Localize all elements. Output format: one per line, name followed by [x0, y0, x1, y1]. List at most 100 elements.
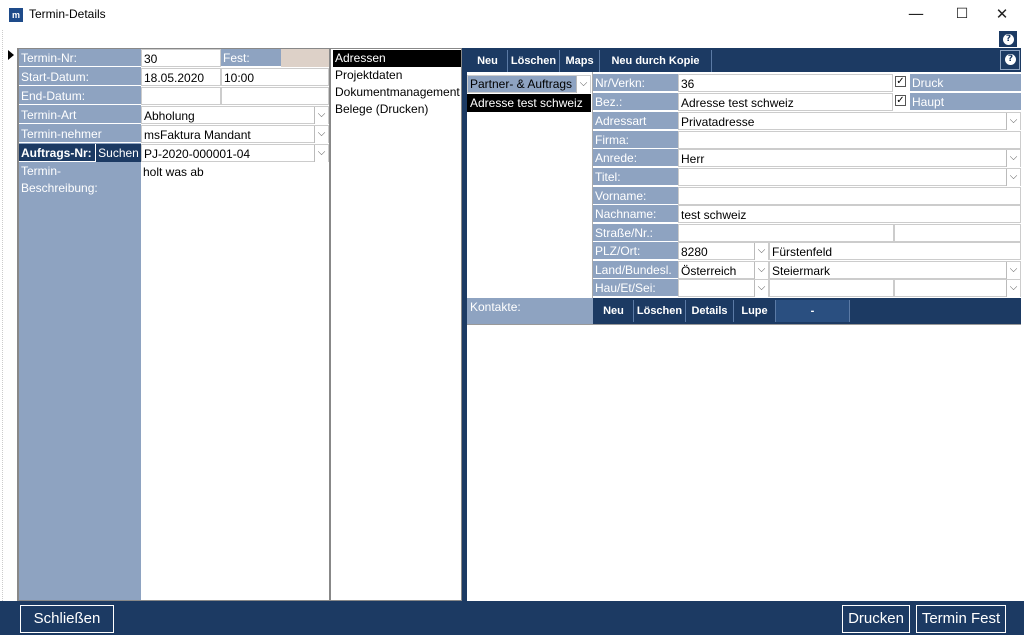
end-date-field[interactable] — [141, 87, 221, 105]
adressart-select[interactable]: Privatadresse ⌵ — [678, 112, 1021, 130]
start-datum-label: Start-Datum: — [19, 68, 141, 86]
plz-value: 8280 — [681, 245, 708, 259]
bottom-bar: Schließen Drucken Termin Fest — [0, 601, 1024, 635]
kontakte-label: Kontakte: — [467, 298, 593, 324]
help-icon: ? — [1003, 34, 1014, 45]
partner-item-selected[interactable]: Adresse test schweiz — [467, 94, 591, 112]
section-item-belege[interactable]: Belege (Drucken) — [333, 101, 461, 118]
chevron-down-icon[interactable]: ⌵ — [1006, 150, 1020, 167]
plz-ort-label: PLZ/Ort: — [593, 242, 678, 260]
hausnummer-field[interactable] — [894, 224, 1021, 242]
partner-dropdown[interactable]: Partner- & Auftrags ⌵ — [467, 75, 591, 93]
firma-field[interactable] — [678, 131, 1021, 149]
druck-checkbox[interactable]: ✓ — [895, 76, 906, 87]
chevron-down-icon[interactable]: ⌵ — [576, 76, 590, 93]
neu-durch-kopie-button[interactable]: Neu durch Kopie — [600, 50, 712, 72]
termin-fest-button[interactable]: Termin Fest — [916, 605, 1006, 633]
start-date-field[interactable]: 18.05.2020 — [141, 68, 221, 86]
beschreibung-label-line2: Beschreibung: — [21, 181, 98, 195]
termin-nehmer-label: Termin-nehmer — [19, 125, 141, 143]
kontakte-loeschen-button[interactable]: Löschen — [634, 300, 686, 322]
section-list: Adressen Projektdaten Dokumentmanagement… — [330, 48, 462, 601]
land-label: Land/Bundesl. — [593, 261, 678, 279]
adressart-label: Adressart — [593, 112, 678, 130]
termin-nr-field[interactable]: 30 — [141, 49, 221, 67]
chevron-down-icon[interactable]: ⌵ — [1006, 262, 1020, 279]
fest-indicator — [281, 49, 329, 67]
window-title: Termin-Details — [29, 7, 106, 21]
strasse-label: Straße/Nr.: — [593, 224, 678, 242]
chevron-down-icon[interactable]: ⌵ — [754, 262, 768, 279]
section-item-dokumentmanagement[interactable]: Dokumentmanagement — [333, 84, 461, 101]
record-selector[interactable] — [4, 48, 18, 601]
minimize-button[interactable]: — — [893, 0, 939, 30]
neu-button[interactable]: Neu — [468, 50, 508, 72]
app-logo-icon: m — [9, 8, 23, 22]
chevron-down-icon[interactable]: ⌵ — [754, 280, 768, 297]
haus-select[interactable]: ⌵ — [678, 279, 769, 297]
help-button-top[interactable]: ? — [998, 30, 1018, 48]
help-button-address[interactable]: ? — [1000, 50, 1020, 70]
land-select[interactable]: Österreich ⌵ — [678, 261, 769, 279]
beschreibung-label: Termin- Beschreibung: — [19, 163, 141, 199]
adressart-value: Privatadresse — [681, 115, 755, 129]
suchen-button[interactable]: Suchen — [95, 144, 141, 162]
chevron-down-icon[interactable]: ⌵ — [754, 243, 768, 260]
chevron-down-icon[interactable]: ⌵ — [1006, 169, 1020, 186]
section-item-adressen[interactable]: Adressen — [333, 50, 461, 67]
beschreibung-label-line1: Termin- — [21, 164, 62, 178]
chevron-down-icon[interactable]: ⌵ — [314, 126, 328, 143]
partner-dropdown-label: Partner- & Auftrags — [470, 77, 573, 91]
termin-art-select[interactable]: Abholung ⌵ — [141, 106, 329, 124]
bez-field[interactable]: Adresse test schweiz — [678, 93, 893, 111]
close-button[interactable]: ✕ — [979, 0, 1024, 30]
kontakte-neu-button[interactable]: Neu — [594, 300, 634, 322]
termin-nehmer-value: msFaktura Mandant — [144, 128, 251, 142]
auftrags-nr-label: Auftrags-Nr: — [19, 144, 95, 162]
chevron-down-icon[interactable]: ⌵ — [1006, 280, 1020, 297]
chevron-down-icon[interactable]: ⌵ — [314, 107, 328, 124]
haupt-checkbox[interactable]: ✓ — [895, 95, 906, 106]
end-time-field[interactable] — [221, 87, 329, 105]
nr-verkn-field[interactable]: 36 — [678, 74, 893, 92]
vorname-field[interactable] — [678, 187, 1021, 205]
seite-select[interactable]: ⌵ — [894, 279, 1021, 297]
kontakte-extra-button[interactable]: - — [776, 300, 850, 322]
strasse-field[interactable] — [678, 224, 894, 242]
appointment-form: Termin-Nr: 30 Fest: Start-Datum: 18.05.2… — [18, 48, 330, 601]
termin-art-label: Termin-Art — [19, 106, 141, 124]
termin-nr-label: Termin-Nr: — [19, 49, 141, 67]
firma-label: Firma: — [593, 131, 678, 149]
maps-button[interactable]: Maps — [560, 50, 600, 72]
start-time-field[interactable]: 10:00 — [221, 68, 329, 86]
anrede-label: Anrede: — [593, 149, 678, 167]
termin-nehmer-select[interactable]: msFaktura Mandant ⌵ — [141, 125, 329, 143]
plz-select[interactable]: 8280 ⌵ — [678, 242, 769, 260]
auftrags-nr-select[interactable]: PJ-2020-000001-04 ⌵ — [141, 144, 329, 162]
chevron-down-icon[interactable]: ⌵ — [1006, 113, 1020, 130]
schliessen-button[interactable]: Schließen — [20, 605, 114, 633]
fest-label: Fest: — [221, 49, 281, 67]
titel-label: Titel: — [593, 168, 678, 186]
bundesland-value: Steiermark — [772, 264, 831, 278]
beschreibung-textarea[interactable]: holt was ab — [141, 163, 329, 600]
loeschen-button[interactable]: Löschen — [508, 50, 560, 72]
etage-field[interactable] — [769, 279, 894, 297]
bundesland-select[interactable]: Steiermark ⌵ — [769, 261, 1021, 279]
vorname-label: Vorname: — [593, 187, 678, 205]
kontakte-list[interactable] — [467, 324, 1021, 601]
kontakte-lupe-button[interactable]: Lupe — [734, 300, 776, 322]
haupt-label: Haupt — [910, 93, 1021, 111]
titel-select[interactable]: ⌵ — [678, 168, 1021, 186]
termin-art-value: Abholung — [144, 109, 195, 123]
anrede-select[interactable]: Herr ⌵ — [678, 149, 1021, 167]
hau-et-sei-label: Hau/Et/Sei: — [593, 279, 678, 297]
nachname-field[interactable]: test schweiz — [678, 205, 1021, 223]
kontakte-details-button[interactable]: Details — [686, 300, 734, 322]
window-frame-left — [0, 30, 3, 605]
chevron-down-icon[interactable]: ⌵ — [314, 145, 328, 162]
title-bar: m Termin-Details — ☐ ✕ — [0, 0, 1024, 30]
section-item-projektdaten[interactable]: Projektdaten — [333, 67, 461, 84]
drucken-button[interactable]: Drucken — [842, 605, 910, 633]
ort-field[interactable]: Fürstenfeld — [769, 242, 1021, 260]
